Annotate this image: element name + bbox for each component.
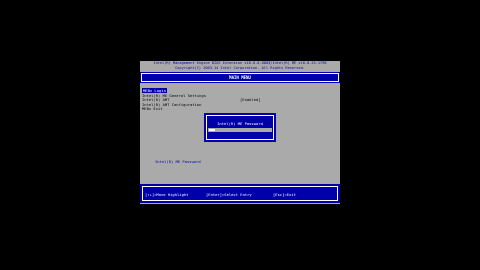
version-header: Intel(R) Management Engine BIOS Extensio…: [153, 61, 327, 65]
copyright-header: Copyright(C) 2003-14 Intel Corporation. …: [175, 66, 305, 70]
text-cursor: [209, 129, 215, 131]
hint-exit: [Esc]=Exit: [273, 192, 296, 197]
main-menu: MEBx Login Intel(R) ME General Settings …: [142, 88, 232, 112]
amt-status-value: [Enabled]: [240, 97, 261, 102]
password-input[interactable]: [208, 128, 272, 132]
hint-select-entry: [Enter]=Select Entry: [206, 192, 252, 197]
title-bar: MAIN MENU: [140, 72, 340, 83]
bios-screen: Intel(R) Management Engine BIOS Extensio…: [140, 61, 340, 204]
page-title: MAIN MENU: [229, 75, 251, 80]
dialog-title: Intel(R) ME Password: [217, 121, 263, 126]
footer-bar: [↑↓]=Move Highlight [Enter]=Select Entry…: [140, 184, 340, 203]
password-dialog: Intel(R) ME Password: [204, 113, 276, 142]
help-text: Intel(R) ME Password: [155, 159, 201, 164]
hint-move-highlight: [↑↓]=Move Highlight: [145, 192, 189, 197]
menu-item-mebx-exit[interactable]: MEBx Exit: [142, 106, 232, 112]
